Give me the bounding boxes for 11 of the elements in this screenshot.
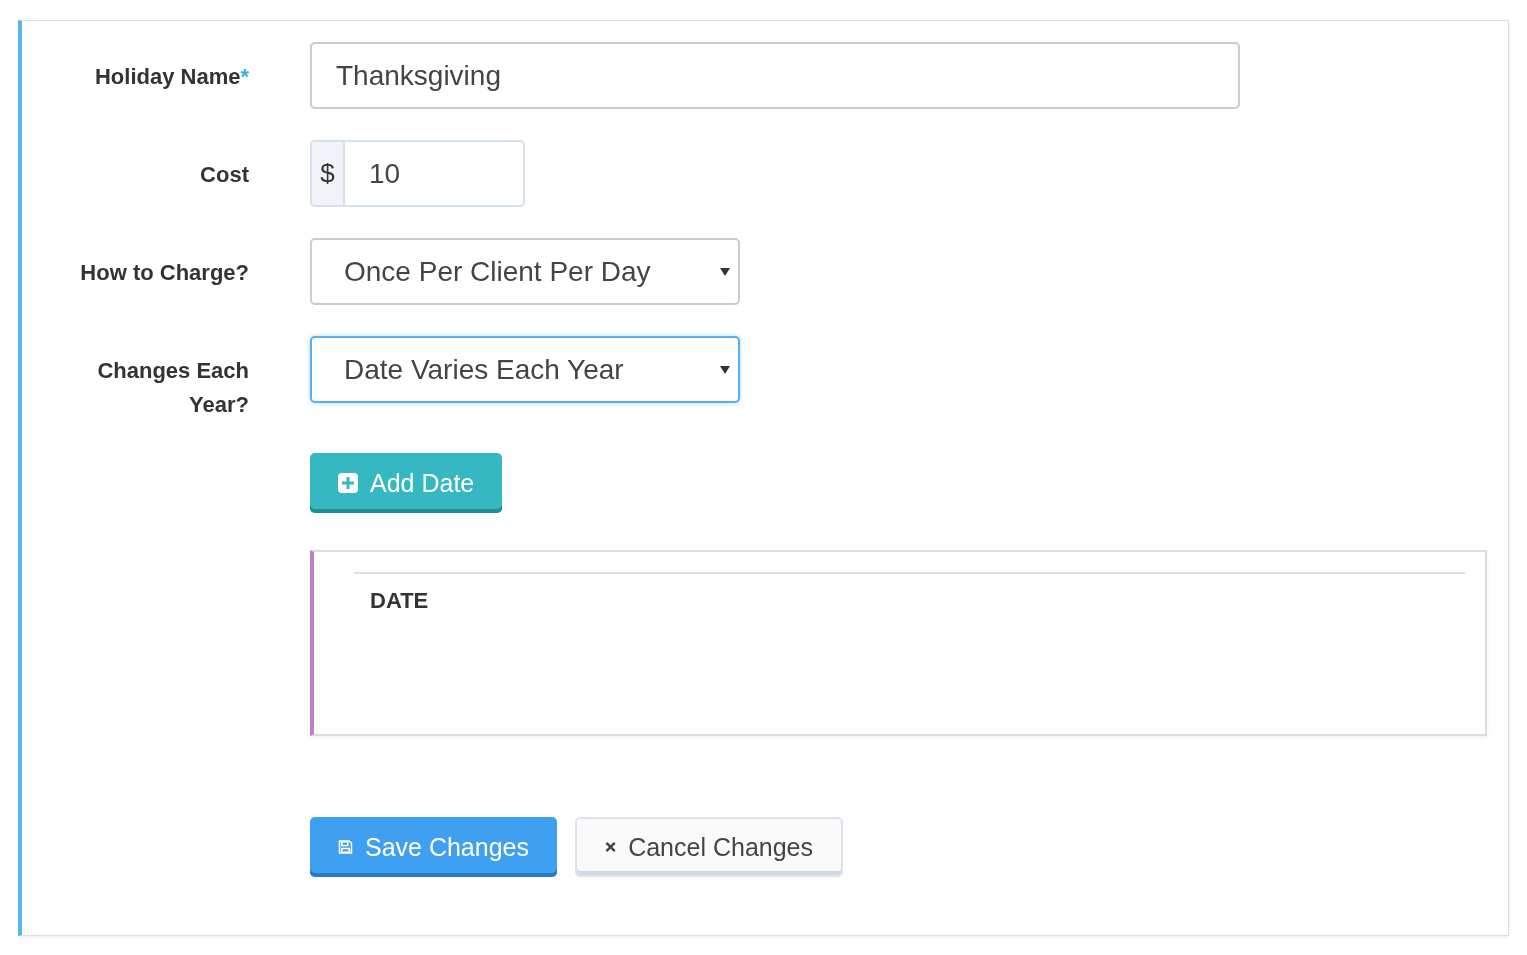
- field-label: Holiday Name*: [93, 63, 249, 91]
- cost-field[interactable]: $ 10: [310, 140, 525, 207]
- field-label: Cost: [199, 161, 249, 189]
- text-field[interactable]: Thanksgiving: [310, 42, 1240, 109]
- select-field[interactable]: Date Varies Each Year: [310, 336, 740, 403]
- column-header: DATE: [370, 588, 429, 613]
- currency-addon: $: [312, 142, 345, 205]
- field-label: Changes Each Year?: [96, 357, 249, 419]
- field-label: How to Charge?: [79, 259, 249, 287]
- select-field[interactable]: Once Per Client Per Day: [310, 238, 740, 305]
- cancel-button[interactable]: Cancel Changes: [575, 817, 843, 877]
